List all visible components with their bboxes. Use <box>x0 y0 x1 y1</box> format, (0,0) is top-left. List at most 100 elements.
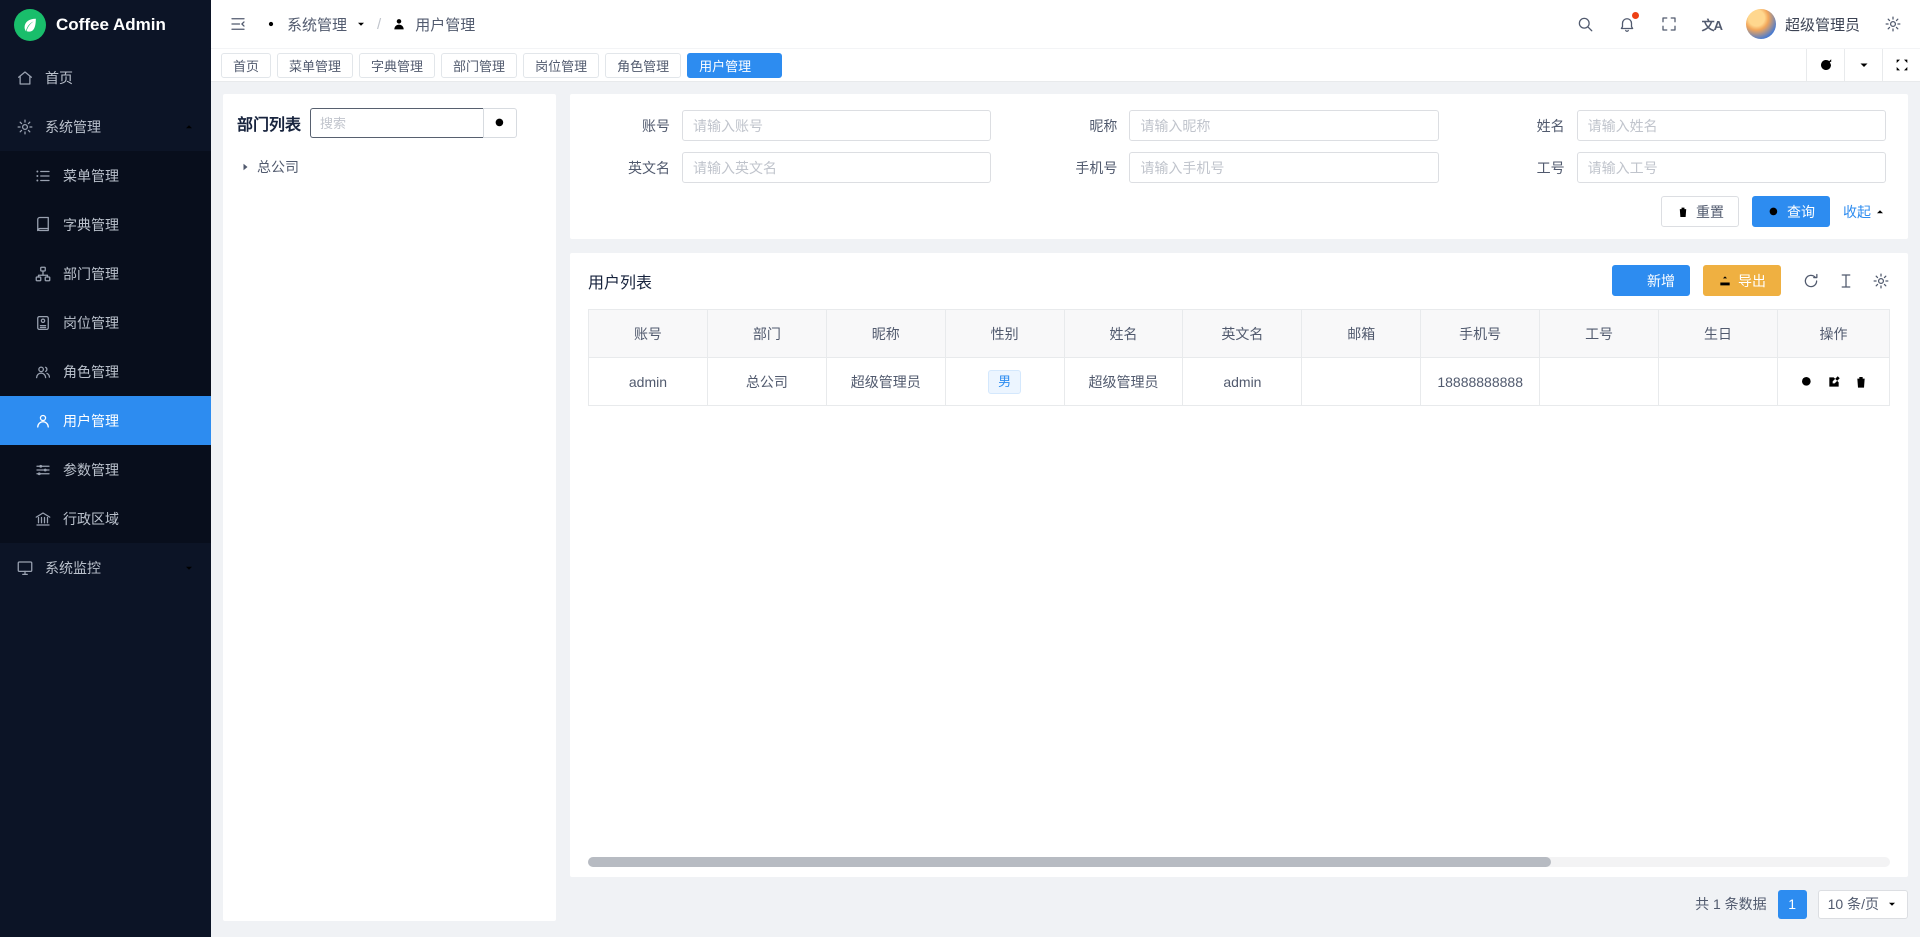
col-birthday: 生日 <box>1659 310 1778 358</box>
cell-gender: 男 <box>945 358 1064 406</box>
sidebar-group-label: 系统管理 <box>45 117 172 137</box>
sliders-icon <box>34 461 52 479</box>
sidebar-item-post-mgmt[interactable]: 岗位管理 <box>0 298 211 347</box>
person-icon <box>391 16 407 32</box>
caret-right-icon[interactable] <box>239 161 251 173</box>
tab-dept-mgmt[interactable]: 部门管理 <box>441 53 517 78</box>
refresh-icon[interactable] <box>1802 272 1820 290</box>
page-size-select[interactable]: 10 条/页 <box>1818 890 1908 919</box>
tab-close-icon[interactable] <box>758 59 770 71</box>
department-search-input[interactable] <box>310 108 483 138</box>
filter-panel: 账号 昵称 姓名 英文名 <box>570 94 1908 239</box>
department-tree: 总公司 <box>237 154 542 180</box>
settings-gear-icon[interactable] <box>1884 15 1902 33</box>
col-phone: 手机号 <box>1421 310 1540 358</box>
collapse-link[interactable]: 收起 <box>1843 202 1886 222</box>
name-input[interactable] <box>1577 110 1886 141</box>
add-button[interactable]: 新增 <box>1612 265 1690 296</box>
user-list-header: 用户列表 新增 导出 <box>588 265 1890 296</box>
tab-post-mgmt[interactable]: 岗位管理 <box>523 53 599 78</box>
field-label: 工号 <box>1487 158 1565 178</box>
sidebar-group-monitor[interactable]: 系统监控 <box>0 543 211 592</box>
menu-fold-icon[interactable] <box>229 15 247 33</box>
breadcrumb: 系统管理 / 用户管理 <box>263 14 475 35</box>
sidebar-item-region-mgmt[interactable]: 行政区域 <box>0 494 211 543</box>
reset-button[interactable]: 重置 <box>1661 196 1739 227</box>
sidebar-group-system[interactable]: 系统管理 <box>0 102 211 151</box>
nickname-input[interactable] <box>1129 110 1438 141</box>
tab-menu-mgmt[interactable]: 菜单管理 <box>277 53 353 78</box>
filter-field-english-name: 英文名 <box>592 152 991 183</box>
scrollbar-thumb[interactable] <box>588 857 1551 867</box>
tab-maximize-icon[interactable] <box>1882 49 1920 81</box>
sidebar-item-label: 参数管理 <box>63 460 195 480</box>
account-input[interactable] <box>682 110 991 141</box>
column-settings-gear-icon[interactable] <box>1872 272 1890 290</box>
filter-field-account: 账号 <box>592 110 991 141</box>
breadcrumb-level1[interactable]: 系统管理 <box>287 14 347 35</box>
plus-icon <box>1627 274 1641 288</box>
gear-icon <box>263 16 279 32</box>
pagination: 共 1 条数据 1 10 条/页 <box>570 887 1908 921</box>
person-icon <box>34 412 52 430</box>
sidebar-item-param-mgmt[interactable]: 参数管理 <box>0 445 211 494</box>
horizontal-scrollbar[interactable] <box>588 857 1890 867</box>
sidebar-item-user-mgmt[interactable]: 用户管理 <box>0 396 211 445</box>
phone-input[interactable] <box>1129 152 1438 183</box>
tree-node-root[interactable]: 总公司 <box>237 154 542 180</box>
col-department: 部门 <box>707 310 826 358</box>
tab-refresh-icon[interactable] <box>1806 49 1844 81</box>
tab-dict-mgmt[interactable]: 字典管理 <box>359 53 435 78</box>
english-name-input[interactable] <box>682 152 991 183</box>
sidebar-menu: 首页 系统管理 菜单管理 字典管理 部门管理 岗位管理 <box>0 49 211 937</box>
department-search-button[interactable] <box>483 108 517 138</box>
gear-icon <box>16 118 34 136</box>
chevron-down-icon <box>1886 898 1898 910</box>
more-vertical-icon[interactable] <box>526 115 542 131</box>
search-button[interactable]: 查询 <box>1752 196 1830 227</box>
table-tool-icons <box>1802 272 1890 290</box>
tab-user-mgmt[interactable]: 用户管理 <box>687 53 782 78</box>
cell-account: admin <box>589 358 708 406</box>
chevron-down-icon <box>183 562 195 574</box>
sidebar-item-menu-mgmt[interactable]: 菜单管理 <box>0 151 211 200</box>
notification-bell-icon[interactable] <box>1618 15 1636 33</box>
view-detail-icon[interactable] <box>1799 374 1815 390</box>
sidebar-item-role-mgmt[interactable]: 角色管理 <box>0 347 211 396</box>
cell-nickname: 超级管理员 <box>826 358 945 406</box>
tab-label: 用户管理 <box>699 56 751 75</box>
tab-dropdown-icon[interactable] <box>1844 49 1882 81</box>
work-no-input[interactable] <box>1577 152 1886 183</box>
col-nickname: 昵称 <box>826 310 945 358</box>
sidebar-item-dict-mgmt[interactable]: 字典管理 <box>0 200 211 249</box>
col-email: 邮箱 <box>1302 310 1421 358</box>
translate-icon[interactable]: 文A <box>1702 15 1722 34</box>
header-actions: 文A 超级管理员 <box>1576 9 1902 39</box>
fullscreen-icon[interactable] <box>1660 15 1678 33</box>
filter-field-nickname: 昵称 <box>1039 110 1438 141</box>
user-menu[interactable]: 超级管理员 <box>1746 9 1860 39</box>
cell-work-no <box>1540 358 1659 406</box>
chevron-down-icon <box>355 18 367 30</box>
sidebar-item-dept-mgmt[interactable]: 部门管理 <box>0 249 211 298</box>
col-work-no: 工号 <box>1540 310 1659 358</box>
edit-icon[interactable] <box>1826 374 1842 390</box>
leaf-logo-icon <box>14 9 46 41</box>
search-label: 查询 <box>1787 202 1815 222</box>
table-toolbar: 新增 导出 <box>1612 265 1890 296</box>
table-header-row: 账号 部门 昵称 性别 姓名 英文名 邮箱 手机号 工号 生日 操作 <box>589 310 1890 358</box>
sidebar-item-label: 岗位管理 <box>63 313 195 333</box>
delete-icon[interactable] <box>1853 374 1869 390</box>
tab-role-mgmt[interactable]: 角色管理 <box>605 53 681 78</box>
sidebar-item-home[interactable]: 首页 <box>0 53 211 102</box>
tab-home[interactable]: 首页 <box>221 53 271 78</box>
filter-actions: 重置 查询 收起 <box>592 196 1886 227</box>
department-search-group <box>310 108 517 138</box>
global-search-icon[interactable] <box>1576 15 1594 33</box>
bank-icon <box>34 510 52 528</box>
row-height-icon[interactable] <box>1837 272 1855 290</box>
cell-phone: 18888888888 <box>1421 358 1540 406</box>
export-button[interactable]: 导出 <box>1703 265 1781 296</box>
page-button-1[interactable]: 1 <box>1778 890 1807 919</box>
field-label: 英文名 <box>592 158 670 178</box>
